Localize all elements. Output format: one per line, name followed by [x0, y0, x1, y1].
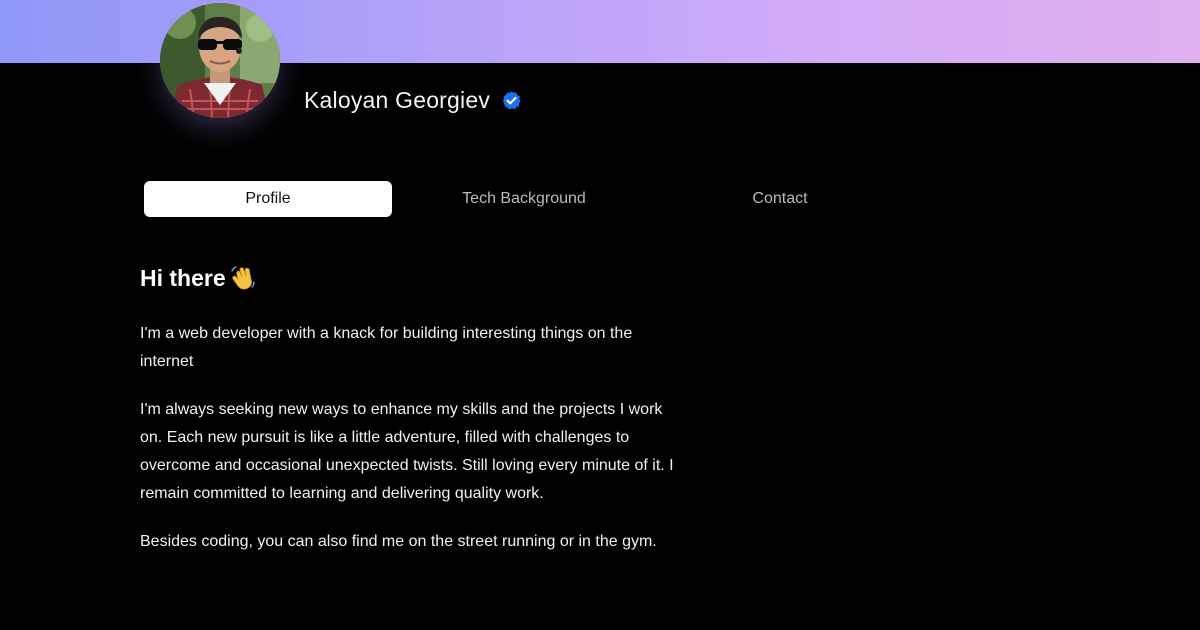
tab-bar: Profile Tech Background Contact	[144, 181, 916, 217]
tab-profile[interactable]: Profile	[144, 181, 392, 217]
tab-contact[interactable]: Contact	[656, 181, 904, 217]
waving-hand-icon	[230, 265, 256, 291]
profile-content: Hi there I'm a web developer with a knac…	[140, 260, 680, 576]
bio-paragraph: Besides coding, you can also find me on …	[140, 533, 657, 550]
greeting-text: Hi there	[140, 264, 226, 291]
avatar	[160, 3, 280, 118]
profile-name: Kaloyan Georgiev	[304, 86, 491, 113]
tab-tech-background[interactable]: Tech Background	[400, 181, 648, 217]
bio-paragraph: I'm always seeking new ways to enhance m…	[140, 401, 674, 502]
greeting-heading: Hi there	[140, 260, 680, 296]
bio-paragraph: I'm a web developer with a knack for bui…	[140, 325, 633, 370]
verified-badge-icon	[501, 90, 522, 111]
profile-photo-icon	[160, 3, 280, 118]
profile-name-row: Kaloyan Georgiev	[304, 84, 522, 116]
